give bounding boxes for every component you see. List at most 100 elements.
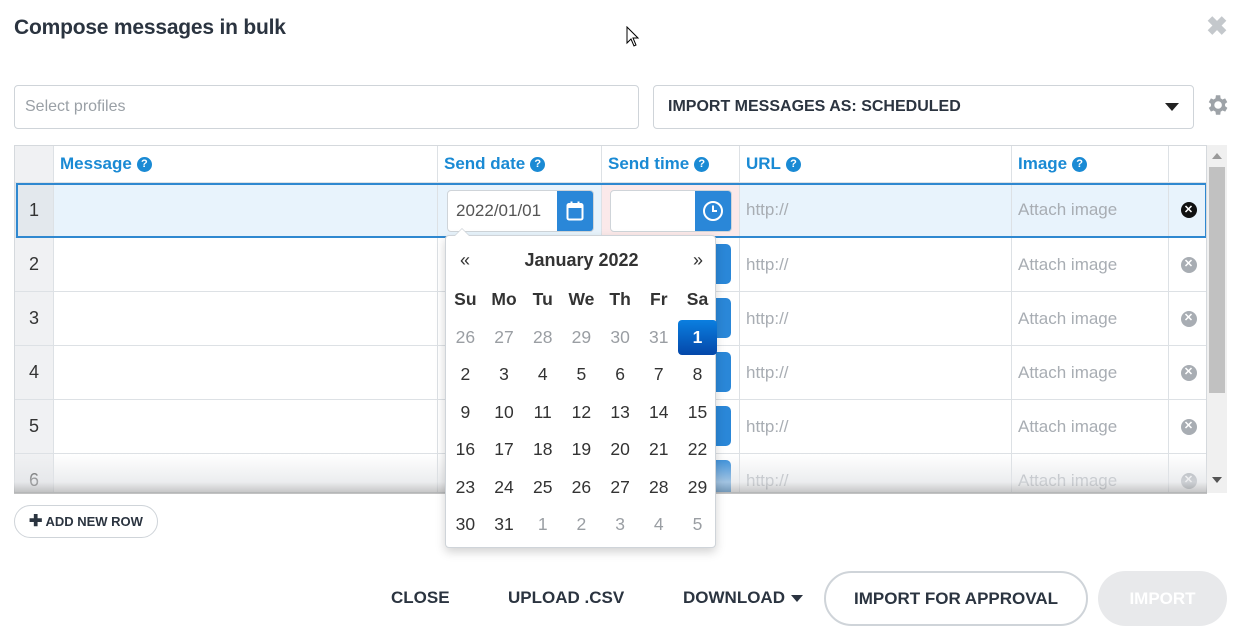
next-month-button[interactable]: » [679, 250, 717, 271]
day-cell[interactable]: 3 [601, 506, 640, 544]
scroll-up-icon[interactable] [1212, 153, 1222, 159]
send-date-input[interactable]: 2022/01/01 [447, 190, 594, 232]
day-cell[interactable]: 22 [678, 431, 717, 469]
day-cell[interactable]: 17 [485, 431, 524, 469]
delete-row-icon[interactable]: ✕ [1180, 364, 1197, 381]
grid-scrollbar[interactable] [1207, 145, 1227, 493]
delete-row-icon[interactable]: ✕ [1180, 256, 1197, 273]
header-row-number [15, 146, 54, 183]
day-cell[interactable]: 31 [639, 319, 678, 357]
help-icon[interactable]: ? [785, 156, 801, 172]
header-url: URL? [740, 146, 1012, 183]
day-cell[interactable]: 15 [678, 394, 717, 432]
delete-row-icon[interactable]: ✕ [1180, 472, 1197, 489]
day-cell[interactable]: 21 [639, 431, 678, 469]
day-cell[interactable]: 19 [562, 431, 601, 469]
day-cell[interactable]: 2 [446, 356, 485, 394]
message-cell[interactable] [54, 238, 438, 292]
help-icon[interactable]: ? [530, 156, 546, 172]
day-cell[interactable]: 7 [639, 356, 678, 394]
help-icon[interactable]: ? [136, 156, 152, 172]
import-button[interactable]: IMPORT [1098, 571, 1227, 626]
url-cell[interactable]: http:// [740, 292, 1012, 346]
clock-button[interactable] [695, 191, 731, 231]
grid-header: Message? Send date? Send time? URL? Imag… [15, 146, 1206, 183]
help-icon[interactable]: ? [694, 156, 710, 172]
attach-image-cell[interactable]: Attach image [1012, 400, 1169, 454]
scrollbar-thumb[interactable] [1209, 167, 1225, 393]
day-cell[interactable]: 23 [446, 469, 485, 507]
delete-row-icon[interactable]: ✕ [1180, 202, 1197, 218]
day-cell[interactable]: 28 [523, 319, 562, 357]
attach-image-cell[interactable]: Attach image [1012, 183, 1169, 238]
attach-image-cell[interactable]: Attach image [1012, 346, 1169, 400]
close-button[interactable]: CLOSE [391, 588, 450, 608]
import-messages-as-select[interactable]: IMPORT MESSAGES AS: SCHEDULED [653, 85, 1194, 129]
day-cell[interactable]: 9 [446, 394, 485, 432]
day-cell[interactable]: 2 [562, 506, 601, 544]
day-cell[interactable]: 6 [601, 356, 640, 394]
calendar-button[interactable] [557, 191, 593, 231]
day-cell-selected[interactable]: 1 [678, 319, 717, 355]
day-cell[interactable]: 1 [523, 506, 562, 544]
day-cell[interactable]: 8 [678, 356, 717, 394]
scroll-down-icon[interactable] [1212, 477, 1222, 483]
message-cell[interactable] [54, 183, 438, 238]
attach-image-cell[interactable]: Attach image [1012, 454, 1169, 492]
delete-row-cell: ✕ [1169, 400, 1206, 454]
day-cell[interactable]: 26 [562, 469, 601, 507]
day-cell[interactable]: 28 [639, 469, 678, 507]
day-cell[interactable]: 31 [485, 506, 524, 544]
day-cell[interactable]: 29 [678, 469, 717, 507]
day-cell[interactable]: 27 [601, 469, 640, 507]
message-cell[interactable] [54, 346, 438, 400]
row-number: 1 [15, 183, 54, 238]
prev-month-button[interactable]: « [446, 250, 484, 271]
day-cell[interactable]: 27 [485, 319, 524, 357]
message-cell[interactable] [54, 400, 438, 454]
day-cell[interactable]: 30 [446, 506, 485, 544]
help-icon[interactable]: ? [1072, 156, 1088, 172]
delete-row-icon[interactable]: ✕ [1180, 310, 1197, 327]
day-cell[interactable]: 5 [562, 356, 601, 394]
weekday-label: Fr [650, 289, 668, 310]
url-cell[interactable]: http:// [740, 400, 1012, 454]
day-cell[interactable]: 11 [523, 394, 562, 432]
url-cell[interactable]: http:// [740, 454, 1012, 492]
import-for-approval-button[interactable]: IMPORT FOR APPROVAL [824, 571, 1088, 626]
day-cell[interactable]: 4 [523, 356, 562, 394]
message-cell[interactable] [54, 292, 438, 346]
dialog-title: Compose messages in bulk [14, 16, 286, 39]
month-title[interactable]: January 2022 [484, 250, 679, 271]
delete-row-icon[interactable]: ✕ [1180, 418, 1197, 435]
day-cell[interactable]: 25 [523, 469, 562, 507]
day-cell[interactable]: 29 [562, 319, 601, 357]
day-cell[interactable]: 13 [601, 394, 640, 432]
download-button[interactable]: DOWNLOAD [683, 588, 803, 608]
day-cell[interactable]: 5 [678, 506, 717, 544]
day-cell[interactable]: 30 [601, 319, 640, 357]
day-cell[interactable]: 4 [639, 506, 678, 544]
select-profiles-input[interactable] [14, 85, 639, 129]
send-time-input[interactable] [610, 190, 732, 232]
weekday-header: Su Mo Tu We Th Fr Sa [446, 281, 717, 319]
day-cell[interactable]: 14 [639, 394, 678, 432]
add-new-row-button[interactable]: ✚ ADD NEW ROW [14, 505, 158, 538]
message-cell[interactable] [54, 454, 438, 492]
day-cell[interactable]: 3 [485, 356, 524, 394]
day-cell[interactable]: 16 [446, 431, 485, 469]
url-cell[interactable]: http:// [740, 346, 1012, 400]
close-icon[interactable]: ✖ [1203, 12, 1231, 40]
day-cell[interactable]: 12 [562, 394, 601, 432]
attach-image-cell[interactable]: Attach image [1012, 292, 1169, 346]
gear-icon[interactable] [1204, 92, 1230, 118]
day-cell[interactable]: 24 [485, 469, 524, 507]
url-cell[interactable]: http:// [740, 183, 1012, 238]
url-cell[interactable]: http:// [740, 238, 1012, 292]
day-cell[interactable]: 18 [523, 431, 562, 469]
day-cell[interactable]: 20 [601, 431, 640, 469]
day-cell[interactable]: 26 [446, 319, 485, 357]
upload-csv-button[interactable]: UPLOAD .CSV [508, 588, 624, 608]
attach-image-cell[interactable]: Attach image [1012, 238, 1169, 292]
day-cell[interactable]: 10 [485, 394, 524, 432]
